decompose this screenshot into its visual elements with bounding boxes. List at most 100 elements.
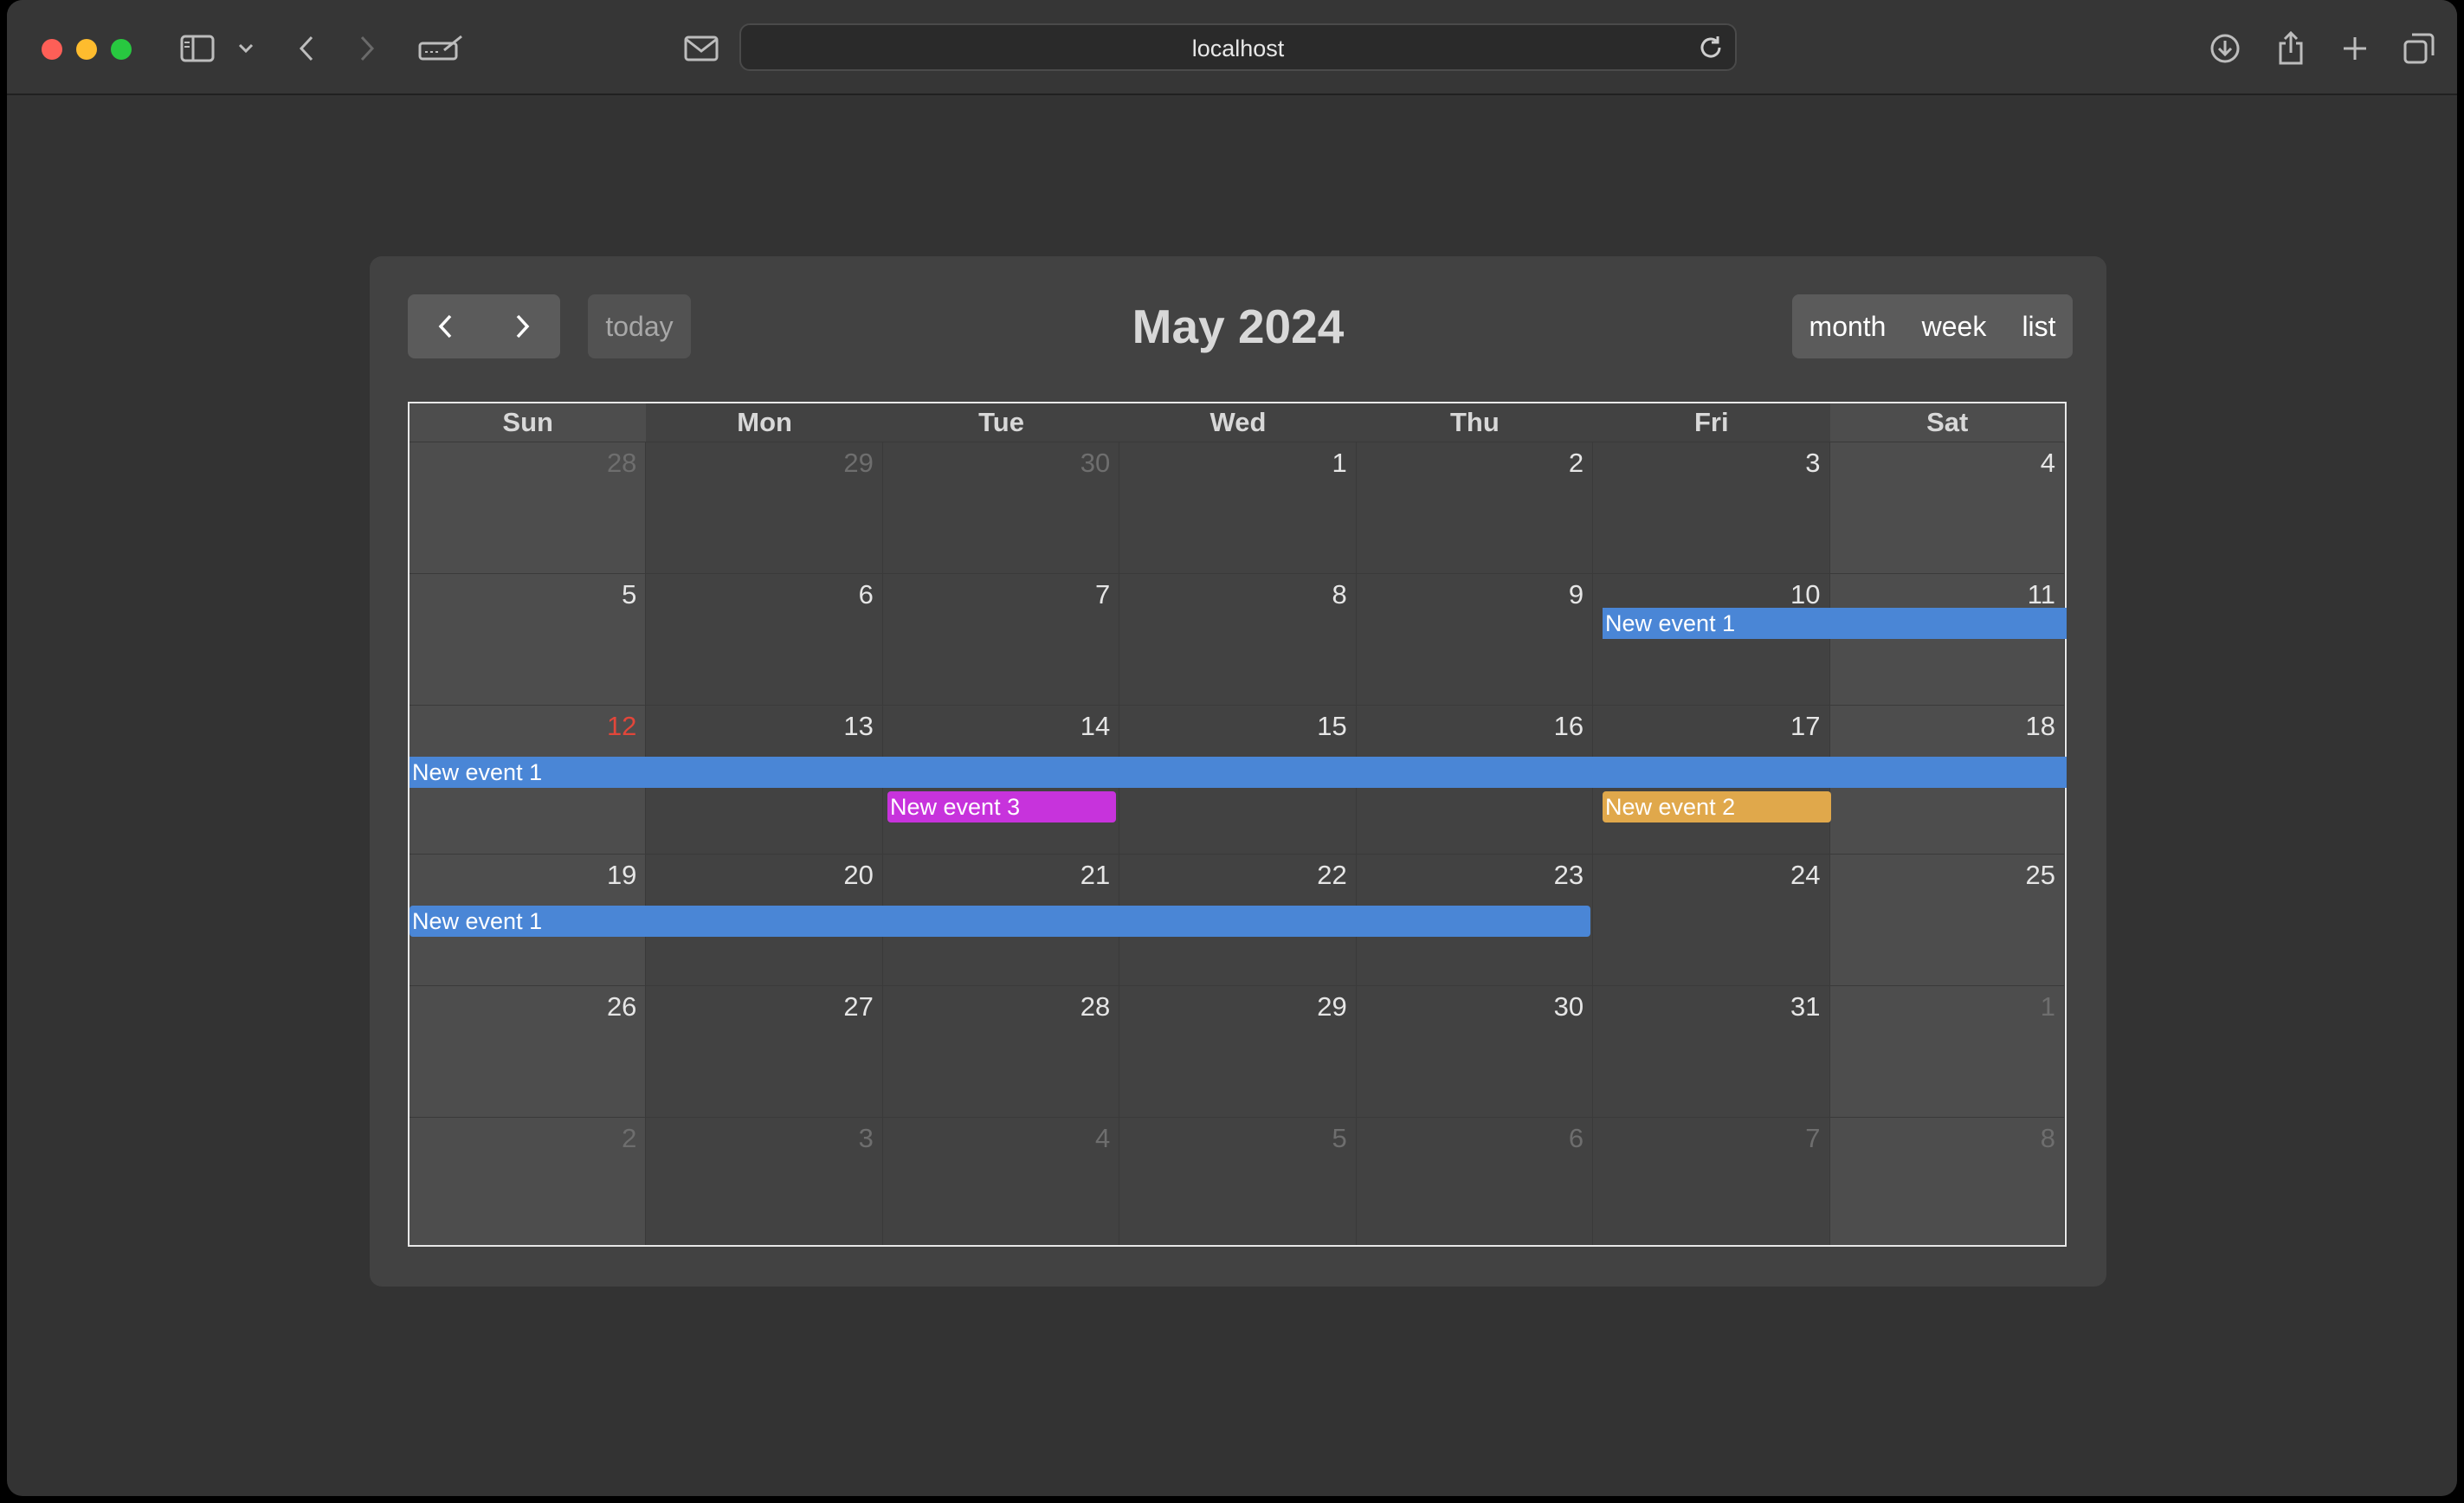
day-number[interactable]: 29 [843, 448, 873, 479]
edit-icon[interactable] [416, 28, 468, 69]
view-button-group: month week list [1792, 294, 2073, 358]
day-number[interactable]: 10 [1790, 579, 1820, 610]
day-cell[interactable]: 10 [1593, 573, 1830, 705]
day-number[interactable]: 6 [859, 579, 874, 610]
event-bar[interactable]: New event 3 [887, 791, 1116, 822]
week-view-button[interactable]: week [1903, 294, 2005, 358]
plus-icon[interactable] [2334, 28, 2376, 69]
day-cell[interactable]: 28 [410, 442, 647, 573]
day-number[interactable]: 7 [1095, 579, 1110, 610]
forward-icon[interactable] [346, 28, 388, 69]
day-cell[interactable]: 26 [410, 985, 647, 1117]
day-cell[interactable]: 7 [882, 573, 1120, 705]
day-cell[interactable]: 6 [646, 573, 883, 705]
day-cell[interactable]: 1 [1119, 442, 1357, 573]
day-number[interactable]: 5 [1332, 1123, 1346, 1154]
day-cell[interactable]: 9 [1356, 573, 1594, 705]
day-number[interactable]: 19 [607, 860, 636, 891]
day-cell[interactable]: 2 [410, 1117, 647, 1245]
day-cell[interactable]: 4 [1829, 442, 2065, 573]
event-bar[interactable]: New event 1 [1603, 608, 2067, 639]
zoom-window-button[interactable] [111, 39, 132, 60]
day-cell[interactable]: 31 [1593, 985, 1830, 1117]
day-number[interactable]: 20 [843, 860, 873, 891]
day-cell[interactable]: 8 [1119, 573, 1357, 705]
day-number[interactable]: 30 [1080, 448, 1110, 479]
day-number[interactable]: 9 [1569, 579, 1584, 610]
day-number[interactable]: 31 [1790, 991, 1820, 1022]
day-cell[interactable]: 6 [1356, 1117, 1594, 1245]
day-number[interactable]: 7 [1805, 1123, 1820, 1154]
day-cell[interactable]: 5 [410, 573, 647, 705]
day-number[interactable]: 3 [1805, 448, 1820, 479]
address-text: localhost [1191, 35, 1285, 61]
day-number[interactable]: 2 [1569, 448, 1584, 479]
day-number[interactable]: 25 [2025, 860, 2054, 891]
sidebar-icon[interactable] [177, 28, 218, 69]
day-number[interactable]: 28 [1080, 991, 1110, 1022]
day-cell[interactable]: 30 [882, 442, 1120, 573]
day-number[interactable]: 21 [1080, 860, 1110, 891]
day-cell[interactable]: 25 [1829, 854, 2065, 985]
download-icon[interactable] [2204, 28, 2246, 69]
day-cell[interactable]: 29 [646, 442, 883, 573]
day-number[interactable]: 4 [2041, 448, 2055, 479]
day-cell[interactable]: 1 [1829, 985, 2065, 1117]
day-cell[interactable]: 7 [1593, 1117, 1830, 1245]
minimize-window-button[interactable] [76, 39, 97, 60]
chevron-down-icon[interactable] [229, 28, 263, 69]
day-cell[interactable]: 28 [882, 985, 1120, 1117]
list-view-button[interactable]: list [2005, 294, 2073, 358]
day-number[interactable]: 27 [843, 991, 873, 1022]
day-cell[interactable]: 8 [1829, 1117, 2065, 1245]
day-number[interactable]: 22 [1317, 860, 1346, 891]
day-cell[interactable]: 30 [1356, 985, 1594, 1117]
day-cell[interactable]: 24 [1593, 854, 1830, 985]
share-icon[interactable] [2270, 28, 2312, 69]
reload-icon[interactable] [1697, 34, 1725, 61]
day-of-week-header: Sun Mon Tue Wed Thu Fri Sat [410, 403, 2065, 442]
day-number[interactable]: 12 [607, 711, 636, 742]
day-cell[interactable]: 3 [646, 1117, 883, 1245]
day-number[interactable]: 15 [1317, 711, 1346, 742]
tabs-icon[interactable] [2398, 28, 2440, 69]
day-cell[interactable]: 4 [882, 1117, 1120, 1245]
day-number[interactable]: 8 [1332, 579, 1346, 610]
event-bar[interactable]: New event 2 [1603, 791, 1831, 822]
day-number[interactable]: 16 [1554, 711, 1584, 742]
day-number[interactable]: 18 [2025, 711, 2054, 742]
day-number[interactable]: 6 [1569, 1123, 1584, 1154]
day-cell[interactable]: 3 [1593, 442, 1830, 573]
day-number[interactable]: 1 [1332, 448, 1346, 479]
day-cell[interactable]: 2 [1356, 442, 1594, 573]
day-number[interactable]: 26 [607, 991, 636, 1022]
day-cell[interactable]: 27 [646, 985, 883, 1117]
back-icon[interactable] [286, 28, 327, 69]
month-view-button[interactable]: month [1792, 294, 1903, 358]
event-bar[interactable]: New event 1 [410, 906, 1590, 937]
address-bar[interactable]: localhost [739, 23, 1737, 71]
day-number[interactable]: 13 [843, 711, 873, 742]
day-number[interactable]: 4 [1095, 1123, 1110, 1154]
day-number[interactable]: 11 [2028, 579, 2055, 610]
close-window-button[interactable] [42, 39, 62, 60]
day-number[interactable]: 29 [1317, 991, 1346, 1022]
day-number[interactable]: 28 [607, 448, 636, 479]
day-number[interactable]: 17 [1790, 711, 1820, 742]
day-number[interactable]: 1 [2041, 991, 2055, 1022]
day-number[interactable]: 8 [2041, 1123, 2055, 1154]
day-number[interactable]: 14 [1080, 711, 1110, 742]
mail-icon[interactable] [681, 28, 722, 69]
event-bar[interactable]: New event 1 [410, 757, 2067, 788]
day-number[interactable]: 5 [622, 579, 636, 610]
day-cell[interactable]: 5 [1119, 1117, 1357, 1245]
day-cell[interactable]: 29 [1119, 985, 1357, 1117]
day-number[interactable]: 2 [622, 1123, 636, 1154]
day-number[interactable]: 3 [859, 1123, 874, 1154]
day-number[interactable]: 30 [1554, 991, 1584, 1022]
day-number[interactable]: 24 [1790, 860, 1820, 891]
day-number[interactable]: 23 [1554, 860, 1584, 891]
week-row: 26 27 28 29 30 31 1 [410, 985, 2065, 1117]
day-cell[interactable]: 11 [1829, 573, 2065, 705]
week-row: 2 3 4 5 6 7 8 [410, 1117, 2065, 1245]
